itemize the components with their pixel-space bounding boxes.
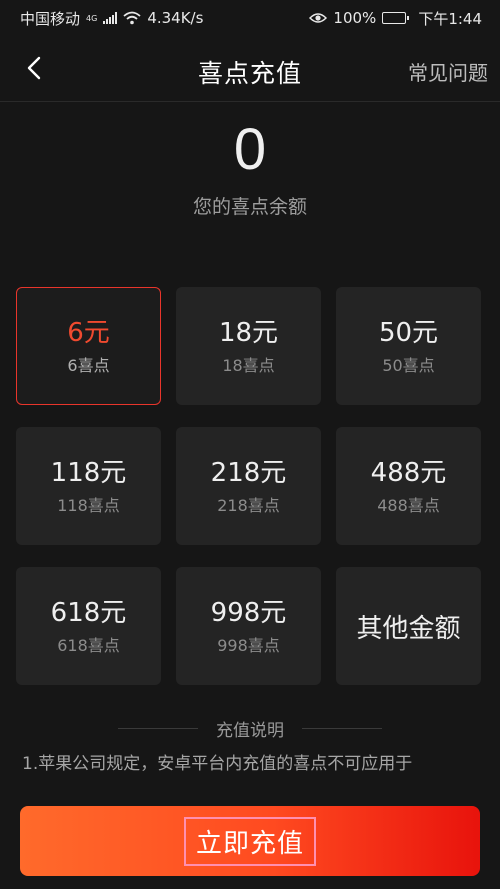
battery-percent: 100%	[333, 9, 377, 27]
status-left: 中国移动 4G 4.34K/s	[20, 8, 203, 29]
package-grid: 6元 6喜点 18元 18喜点 50元 50喜点 118元 118喜点 218元…	[16, 287, 488, 685]
wifi-icon	[123, 11, 141, 25]
clock: 下午1:44	[418, 9, 482, 28]
eye-icon	[309, 13, 328, 23]
package-118-yuan[interactable]: 118元 118喜点	[16, 427, 161, 545]
package-price: 6元	[67, 318, 110, 348]
status-right: 100% 下午1:44	[309, 8, 482, 29]
package-price: 218元	[210, 458, 287, 488]
notes-text: 1.苹果公司规定，安卓平台内充值的喜点不可应用于	[22, 754, 413, 774]
balance-label: 您的喜点余额	[192, 196, 307, 218]
package-218-yuan[interactable]: 218元 218喜点	[176, 427, 321, 545]
notes-header: 充值说明	[0, 716, 500, 741]
package-price: 50元	[378, 318, 439, 348]
package-points: 18喜点	[222, 356, 275, 375]
package-points: 6喜点	[67, 356, 110, 375]
package-50-yuan[interactable]: 50元 50喜点	[336, 287, 481, 405]
package-points: 218喜点	[217, 496, 280, 515]
package-998-yuan[interactable]: 998元 998喜点	[176, 567, 321, 685]
battery-icon	[382, 12, 410, 24]
package-6-yuan[interactable]: 6元 6喜点	[16, 287, 161, 405]
notes-title: 充值说明	[216, 720, 284, 741]
package-points: 118喜点	[57, 496, 120, 515]
package-18-yuan[interactable]: 18元 18喜点	[176, 287, 321, 405]
package-points: 50喜点	[382, 356, 435, 375]
nav-bar: 喜点充值 常见问题	[0, 36, 500, 102]
package-points: 618喜点	[57, 636, 120, 655]
package-price: 998元	[210, 598, 287, 628]
package-618-yuan[interactable]: 618元 618喜点	[16, 567, 161, 685]
package-price: 18元	[218, 318, 279, 348]
balance-value: 0	[233, 117, 267, 182]
faq-link[interactable]: 常见问题	[408, 57, 488, 86]
package-488-yuan[interactable]: 488元 488喜点	[336, 427, 481, 545]
package-price: 118元	[50, 458, 127, 488]
signal-icon	[103, 12, 118, 24]
recharge-now-button[interactable]: 立即充值	[20, 806, 480, 876]
network-type: 4G	[86, 13, 98, 23]
package-price: 618元	[50, 598, 127, 628]
package-other-amount[interactable]: 其他金额	[336, 567, 481, 685]
network-speed: 4.34K/s	[147, 9, 204, 27]
package-price: 488元	[370, 458, 447, 488]
notes-fade	[0, 776, 500, 806]
recharge-now-label: 立即充值	[183, 816, 316, 866]
other-amount-label: 其他金额	[356, 613, 461, 644]
divider	[302, 727, 382, 729]
divider	[118, 727, 198, 729]
package-points: 998喜点	[217, 636, 280, 655]
package-points: 488喜点	[377, 496, 440, 515]
carrier-name: 中国移动	[20, 9, 81, 28]
status-bar: 中国移动 4G 4.34K/s 100% 下午1:44	[0, 0, 500, 36]
